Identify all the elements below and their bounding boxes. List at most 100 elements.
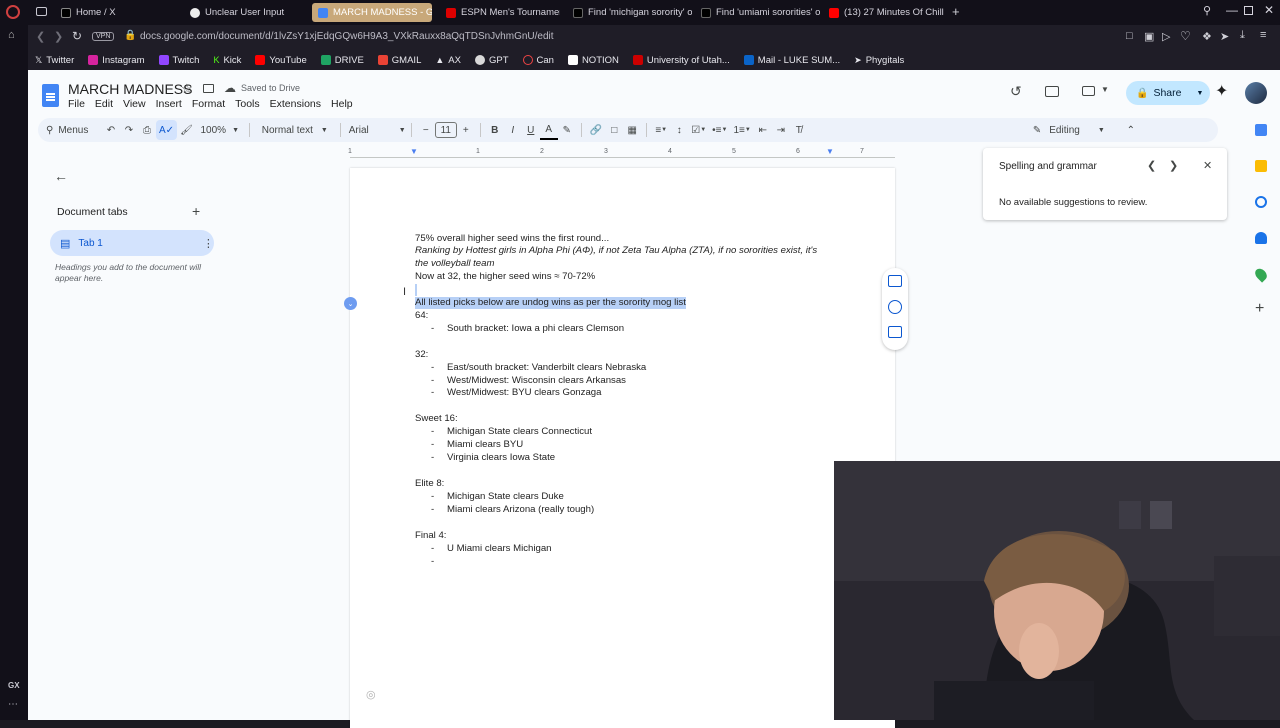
- line-spacing-button[interactable]: ↕: [670, 120, 688, 140]
- insert-comment-button[interactable]: □: [605, 120, 623, 140]
- bookmark-item[interactable]: YouTube: [248, 55, 313, 66]
- round-heading[interactable]: 32:: [415, 349, 428, 361]
- more-icon[interactable]: ⋯: [8, 699, 18, 710]
- emoji-reaction-icon[interactable]: [888, 300, 902, 314]
- contacts-icon[interactable]: [1255, 232, 1267, 244]
- editing-mode-select[interactable]: ✎ Editing ▼: [1024, 120, 1114, 140]
- bookmark-item[interactable]: K Kick: [206, 55, 248, 66]
- round-heading[interactable]: 64:: [415, 310, 428, 322]
- selected-paragraph[interactable]: All listed picks below are undog wins as…: [415, 297, 686, 309]
- paragraph[interactable]: Now at 32, the higher seed wins ≈ 70-72%: [415, 271, 595, 283]
- spellcheck-button[interactable]: A✓: [156, 120, 178, 140]
- list-item[interactable]: West/Midwest: Wisconsin clears Arkansas: [447, 375, 626, 387]
- bookmark-item[interactable]: Mail - LUKE SUM...: [737, 55, 847, 66]
- bookmark-page-icon[interactable]: □: [1126, 30, 1133, 42]
- insert-image-button[interactable]: ▦: [623, 120, 641, 140]
- add-tab-icon[interactable]: +: [192, 203, 200, 219]
- highlight-button[interactable]: ✎: [558, 120, 576, 140]
- redo-button[interactable]: ↷: [120, 120, 138, 140]
- menu-extensions[interactable]: Extensions: [270, 98, 321, 110]
- keep-icon[interactable]: [1255, 160, 1267, 172]
- get-addons-icon[interactable]: +: [1255, 300, 1264, 318]
- avatar[interactable]: [1245, 82, 1267, 104]
- menu-file[interactable]: File: [68, 98, 85, 110]
- menu-edit[interactable]: Edit: [95, 98, 113, 110]
- new-tab-icon[interactable]: +: [952, 4, 960, 19]
- back-arrow-icon[interactable]: ←: [54, 168, 68, 184]
- bookmark-item[interactable]: GPT: [468, 55, 516, 66]
- calendar-icon[interactable]: [1255, 124, 1267, 136]
- document-title[interactable]: MARCH MADNESS: [68, 81, 192, 97]
- menu-icon[interactable]: ≡: [1260, 29, 1266, 41]
- print-button[interactable]: ⎙: [138, 120, 156, 140]
- next-suggestion-icon[interactable]: ❯: [1169, 159, 1178, 172]
- bookmark-item[interactable]: ➤ Phygitals: [847, 55, 911, 66]
- chevron-down-icon[interactable]: ▼: [1101, 85, 1109, 94]
- list-item[interactable]: Virginia clears Iowa State: [447, 452, 555, 464]
- meet-icon[interactable]: [1082, 86, 1095, 96]
- text-color-button[interactable]: A: [539, 120, 558, 140]
- insert-link-button[interactable]: 🔗: [587, 120, 605, 140]
- heart-icon[interactable]: ♡: [1180, 29, 1191, 43]
- selection-handle-icon[interactable]: ⌄: [344, 297, 357, 310]
- list-item[interactable]: Miami clears Arizona (really tough): [447, 504, 594, 516]
- download-icon[interactable]: ⤓: [1240, 29, 1245, 42]
- tab-1-item[interactable]: ▤ Tab 1 ⋮: [50, 230, 214, 256]
- round-heading[interactable]: Sweet 16:: [415, 413, 458, 425]
- document-page[interactable]: 75% overall higher seed wins the first r…: [350, 168, 895, 728]
- reload-icon[interactable]: ↻: [72, 29, 82, 43]
- minimize-icon[interactable]: —: [1226, 3, 1238, 17]
- style-select[interactable]: Normal text ▼: [255, 120, 335, 140]
- share-icon[interactable]: ➤: [1220, 30, 1229, 43]
- opera-logo-icon[interactable]: [6, 5, 20, 19]
- search-menus-button[interactable]: ⚲ Menus: [38, 120, 102, 140]
- maximize-icon[interactable]: [1244, 6, 1253, 15]
- vpn-badge[interactable]: VPN: [92, 32, 115, 41]
- previous-suggestion-icon[interactable]: ❮: [1147, 159, 1156, 172]
- collapse-toolbar-button[interactable]: ⌃: [1122, 120, 1140, 140]
- increase-indent-button[interactable]: ⇥: [772, 120, 790, 140]
- more-vert-icon[interactable]: ⋮: [203, 237, 214, 250]
- zoom-select[interactable]: 100% ▼: [196, 120, 244, 140]
- paragraph[interactable]: the volleyball team: [415, 258, 494, 270]
- bookmark-item[interactable]: NOTION: [561, 55, 626, 66]
- bookmark-item[interactable]: Can: [516, 55, 561, 66]
- paint-format-button[interactable]: 🖌: [177, 120, 196, 140]
- snapshot-icon[interactable]: ▣: [1144, 30, 1154, 43]
- browser-tab[interactable]: Unclear User Input: [184, 3, 309, 22]
- list-item[interactable]: South bracket: Iowa a phi clears Clemson: [447, 323, 624, 335]
- close-icon[interactable]: ✕: [1203, 159, 1212, 172]
- browser-tab[interactable]: Home / X: [55, 3, 180, 22]
- list-item[interactable]: U Miami clears Michigan: [447, 543, 552, 555]
- star-icon[interactable]: ☆: [181, 81, 193, 97]
- url-input[interactable]: docs.google.com/document/d/1lvZsY1xjEdqG…: [140, 31, 554, 42]
- paragraph[interactable]: 75% overall higher seed wins the first r…: [415, 233, 609, 245]
- bold-button[interactable]: B: [486, 120, 504, 140]
- list-item[interactable]: East/south bracket: Vanderbilt clears Ne…: [447, 362, 646, 374]
- add-comment-icon[interactable]: [888, 275, 902, 287]
- browser-tab[interactable]: (13) 27 Minutes Of Chill Do: [823, 3, 945, 22]
- ruler[interactable]: 1 ▼ 1 2 3 4 5 6 ▼ 7: [348, 147, 895, 158]
- tab-manager-icon[interactable]: [36, 7, 47, 16]
- play-icon[interactable]: ▷: [1162, 30, 1170, 43]
- bookmark-item[interactable]: Twitch: [152, 55, 207, 66]
- bookmark-item[interactable]: GMAIL: [371, 55, 429, 66]
- font-size-input[interactable]: 11: [434, 122, 457, 138]
- tasks-icon[interactable]: [1255, 196, 1267, 208]
- bookmark-item[interactable]: University of Utah...: [626, 55, 737, 66]
- round-heading[interactable]: Final 4:: [415, 530, 446, 542]
- browser-tab-active[interactable]: MARCH MADNESS - Goo: [312, 3, 432, 22]
- suggest-edits-icon[interactable]: [888, 326, 902, 338]
- bookmark-item[interactable]: Instagram: [81, 55, 151, 66]
- italic-button[interactable]: I: [504, 120, 522, 140]
- extensions-icon[interactable]: ❖: [1202, 30, 1212, 43]
- clear-formatting-button[interactable]: T̸: [790, 120, 808, 140]
- version-history-icon[interactable]: ↺: [1010, 83, 1022, 100]
- menu-tools[interactable]: Tools: [235, 98, 260, 110]
- increase-font-size-button[interactable]: +: [457, 120, 475, 140]
- indent-marker-icon[interactable]: ▼: [410, 147, 418, 156]
- forward-icon[interactable]: ❯: [54, 30, 63, 43]
- share-button[interactable]: 🔒 Share ▼: [1126, 81, 1210, 105]
- decrease-font-size-button[interactable]: −: [417, 120, 435, 140]
- comments-icon[interactable]: [1045, 86, 1059, 97]
